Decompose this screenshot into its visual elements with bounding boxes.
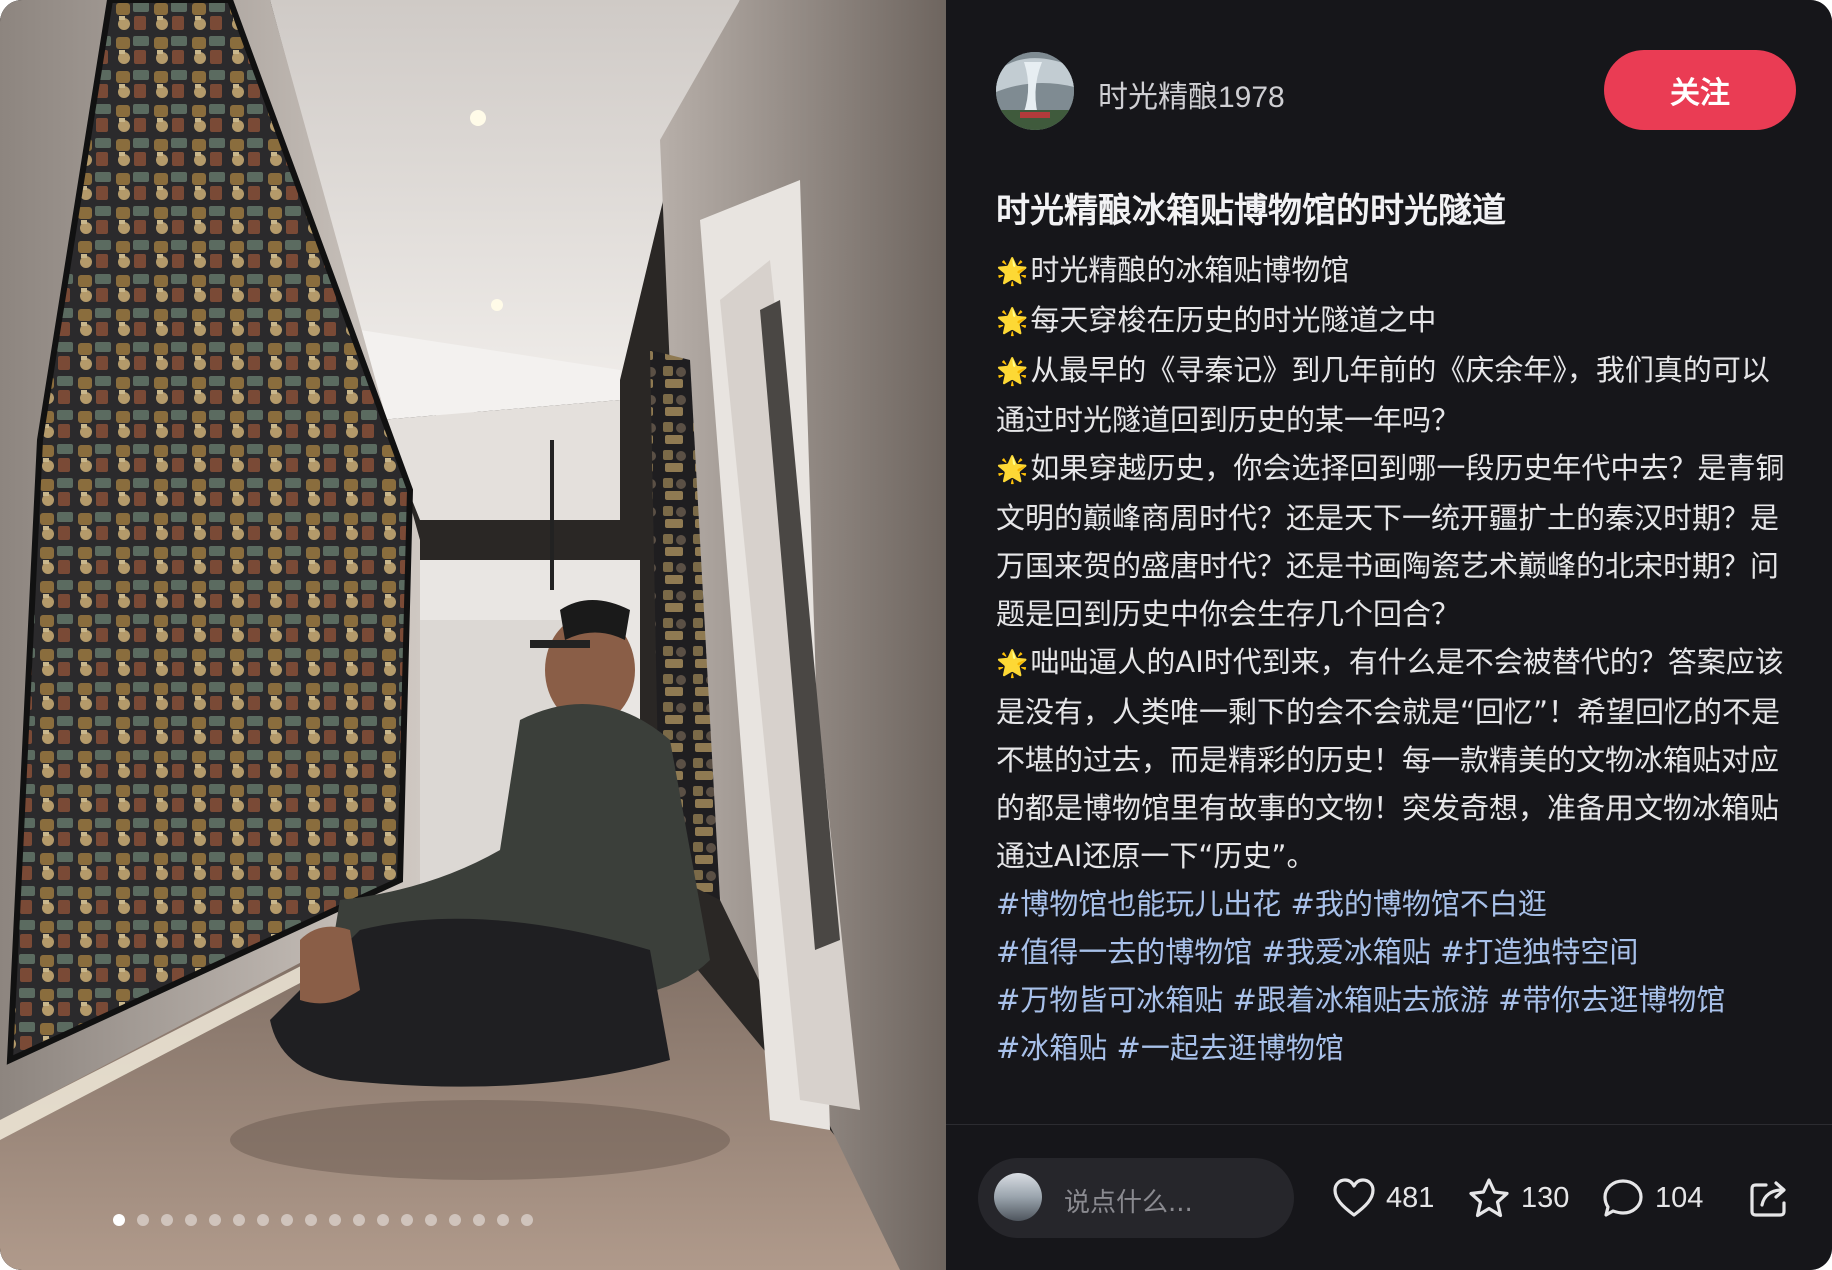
post-image[interactable] [0, 0, 946, 1270]
comment-bubble-icon [1603, 1179, 1643, 1217]
carousel-dot[interactable] [257, 1214, 269, 1226]
star-outline-icon [1469, 1178, 1509, 1218]
hashtag-link[interactable]: #万物皆可冰箱贴 [996, 983, 1223, 1017]
comment-count: 104 [1655, 1181, 1704, 1214]
comment-placeholder: 说点什么... [1064, 1188, 1193, 1218]
carousel-dot[interactable] [425, 1214, 437, 1226]
favorite-count: 130 [1521, 1181, 1570, 1214]
hashtag-link[interactable]: #博物馆也能玩儿出花 [996, 887, 1281, 921]
carousel-dot[interactable] [521, 1214, 533, 1226]
carousel-dot[interactable] [449, 1214, 461, 1226]
post-title: 时光精酿冰箱贴博物馆的时光隧道 [996, 191, 1506, 231]
author-name[interactable]: 时光精酿1978 [1098, 72, 1285, 116]
carousel-dot[interactable] [185, 1214, 197, 1226]
comment-button[interactable]: 104 [1601, 1176, 1703, 1220]
body-paragraph: 🌟每天穿梭在历史的时光隧道之中 [996, 303, 1437, 337]
star-icon: 🌟 [996, 257, 1029, 287]
star-icon: 🌟 [996, 357, 1029, 387]
carousel-dot[interactable] [209, 1214, 221, 1226]
comment-input[interactable]: 说点什么... [978, 1158, 1294, 1238]
carousel-dot[interactable] [161, 1214, 173, 1226]
carousel-dot[interactable] [137, 1214, 149, 1226]
hashtag-link[interactable]: #我爱冰箱贴 [1262, 935, 1431, 969]
post-footer: 说点什么... 481 130 104 [978, 1158, 1808, 1238]
body-paragraph: 🌟时光精酿的冰箱贴博物馆 [996, 253, 1350, 287]
hashtag-link[interactable]: #打造独特空间 [1440, 935, 1638, 969]
carousel-dot[interactable] [377, 1214, 389, 1226]
carousel-dot[interactable] [329, 1214, 341, 1226]
heart-icon [1333, 1178, 1375, 1217]
follow-button[interactable]: 关注 [1604, 50, 1796, 130]
carousel-dot[interactable] [401, 1214, 413, 1226]
carousel-dot[interactable] [353, 1214, 365, 1226]
hashtag-link[interactable]: #我的博物馆不白逛 [1291, 887, 1547, 921]
hashtag-list: #博物馆也能玩儿出花 #我的博物馆不白逛 #值得一去的博物馆 #我爱冰箱贴 #打… [996, 880, 1786, 1072]
like-button[interactable]: 481 [1332, 1176, 1434, 1220]
body-paragraph: 🌟如果穿越历史，你会选择回到哪一段历史年代中去？是青铜文明的巅峰商周时代？还是天… [996, 451, 1785, 631]
star-icon: 🌟 [996, 455, 1029, 485]
carousel-dot[interactable] [281, 1214, 293, 1226]
star-icon: 🌟 [996, 649, 1029, 679]
favorite-button[interactable]: 130 [1467, 1176, 1569, 1220]
footer-divider [946, 1124, 1832, 1125]
hashtag-link[interactable]: #值得一去的博物馆 [996, 935, 1252, 969]
carousel-dot[interactable] [497, 1214, 509, 1226]
hashtag-link[interactable]: #带你去逛博物馆 [1498, 983, 1725, 1017]
body-paragraph: 🌟从最早的《寻秦记》到几年前的《庆余年》，我们真的可以通过时光隧道回到历史的某一… [996, 353, 1770, 437]
hashtag-link[interactable]: #一起去逛博物馆 [1117, 1031, 1344, 1065]
carousel-indicator [0, 1214, 946, 1226]
carousel-dot[interactable] [305, 1214, 317, 1226]
post-header: 时光精酿1978 关注 [996, 50, 1796, 132]
hashtag-link[interactable]: #跟着冰箱贴去旅游 [1233, 983, 1489, 1017]
hallway-photo [0, 0, 946, 1270]
carousel-dot[interactable] [113, 1214, 125, 1226]
user-avatar [994, 1173, 1042, 1221]
like-count: 481 [1386, 1181, 1435, 1214]
post-panel: 时光精酿1978 关注 时光精酿冰箱贴博物馆的时光隧道 🌟时光精酿的冰箱贴博物馆… [946, 0, 1832, 1270]
body-paragraph: 🌟咄咄逼人的AI时代到来，有什么是不会被替代的？答案应该是没有，人类唯一剩下的会… [996, 645, 1784, 873]
carousel-dot[interactable] [473, 1214, 485, 1226]
share-icon [1750, 1181, 1786, 1217]
star-icon: 🌟 [996, 307, 1029, 337]
hashtag-link[interactable]: #冰箱贴 [996, 1031, 1107, 1065]
share-button[interactable] [1748, 1176, 1802, 1220]
carousel-dot[interactable] [233, 1214, 245, 1226]
post-detail-window: 时光精酿1978 关注 时光精酿冰箱贴博物馆的时光隧道 🌟时光精酿的冰箱贴博物馆… [0, 0, 1832, 1270]
post-body: 🌟时光精酿的冰箱贴博物馆 🌟每天穿梭在历史的时光隧道之中 🌟从最早的《寻秦记》到… [996, 246, 1786, 1072]
author-avatar[interactable] [996, 52, 1074, 130]
